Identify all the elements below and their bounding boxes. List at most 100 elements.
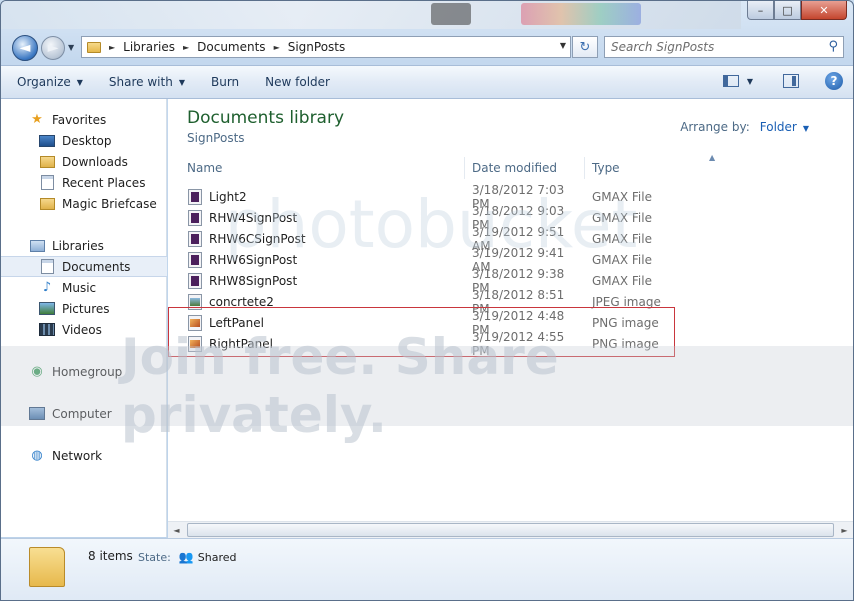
gmax-file-icon bbox=[188, 209, 202, 226]
breadcrumb-signposts[interactable]: ► SignPosts bbox=[274, 40, 346, 54]
selection-highlight-box bbox=[168, 307, 675, 357]
nav-label: Recent Places bbox=[62, 175, 146, 190]
address-dropdown-icon[interactable]: ▼ bbox=[560, 41, 566, 50]
gmax-file-icon bbox=[188, 188, 202, 205]
column-type[interactable]: Type bbox=[585, 157, 830, 179]
refresh-button[interactable]: ↻ bbox=[572, 36, 598, 58]
file-type: GMAX File bbox=[592, 189, 652, 204]
computer-icon bbox=[29, 407, 45, 421]
nav-label: Pictures bbox=[62, 301, 110, 316]
nav-homegroup[interactable]: ◉ Homegroup bbox=[1, 361, 167, 382]
new-folder-button[interactable]: New folder bbox=[255, 69, 340, 95]
gmax-file-icon bbox=[188, 251, 202, 268]
nav-music[interactable]: ♪ Music bbox=[1, 277, 167, 298]
command-bar: Organize ▼ Share with ▼ Burn New folder ▼ … bbox=[1, 65, 853, 99]
arrange-by-label: Arrange by: bbox=[680, 120, 750, 134]
search-input[interactable] bbox=[611, 40, 821, 54]
recent-places-icon bbox=[39, 175, 55, 190]
nav-desktop[interactable]: Desktop bbox=[1, 130, 167, 151]
change-view-icon[interactable] bbox=[722, 75, 739, 87]
gmax-file-icon bbox=[188, 230, 202, 247]
file-type: GMAX File bbox=[592, 252, 652, 267]
nav-videos[interactable]: Videos bbox=[1, 319, 167, 340]
file-name: RHW6CSignPost bbox=[209, 231, 306, 246]
window-controls: – □ ✕ bbox=[747, 1, 847, 20]
downloads-folder-icon bbox=[39, 155, 55, 169]
nav-documents[interactable]: Documents bbox=[1, 256, 167, 277]
arrange-by-dropdown[interactable]: Folder bbox=[760, 120, 797, 134]
nav-downloads[interactable]: Downloads bbox=[1, 151, 167, 172]
minimize-button[interactable]: – bbox=[747, 1, 774, 20]
share-with-label: Share with bbox=[108, 75, 173, 89]
close-button[interactable]: ✕ bbox=[801, 1, 847, 20]
scroll-right-icon[interactable]: ► bbox=[836, 522, 853, 538]
address-bar[interactable]: ► Libraries ► Documents ► SignPosts ▼ bbox=[81, 36, 571, 58]
breadcrumb-arrow-icon[interactable]: ► bbox=[274, 43, 280, 52]
state-label: State: bbox=[138, 550, 171, 564]
nav-label: Documents bbox=[62, 259, 131, 274]
maximize-button[interactable]: □ bbox=[774, 1, 801, 20]
file-name: Light2 bbox=[209, 189, 247, 204]
breadcrumb-arrow-icon[interactable]: ► bbox=[109, 43, 115, 52]
recent-pages-dropdown-icon[interactable]: ▼ bbox=[68, 43, 74, 52]
column-name[interactable]: Name bbox=[180, 157, 465, 179]
burn-button[interactable]: Burn bbox=[201, 69, 249, 95]
file-name: RHW6SignPost bbox=[209, 252, 298, 267]
nav-label: Music bbox=[62, 280, 97, 295]
breadcrumb-label[interactable]: SignPosts bbox=[288, 40, 346, 54]
file-type: GMAX File bbox=[592, 273, 652, 288]
documents-icon bbox=[39, 259, 55, 274]
state-info: State: 👥 Shared bbox=[138, 550, 237, 564]
breadcrumb-libraries[interactable]: ► Libraries bbox=[109, 40, 175, 54]
nav-recent-places[interactable]: Recent Places bbox=[1, 172, 167, 193]
chevron-down-icon: ▼ bbox=[76, 77, 83, 87]
item-count: 8 items bbox=[88, 549, 133, 563]
preview-pane-icon[interactable] bbox=[783, 74, 799, 88]
chevron-down-icon: ▼ bbox=[178, 77, 185, 87]
nav-computer[interactable]: Computer bbox=[1, 403, 167, 424]
help-icon[interactable]: ? bbox=[825, 72, 843, 90]
column-date-modified[interactable]: Date modified bbox=[465, 157, 585, 179]
videos-icon bbox=[39, 323, 55, 337]
share-with-button[interactable]: Share with ▼ bbox=[99, 69, 195, 95]
forward-button[interactable]: ► bbox=[41, 36, 65, 60]
nav-favorites[interactable]: ★ Favorites bbox=[1, 109, 167, 130]
homegroup-icon: ◉ bbox=[31, 364, 43, 379]
gmax-file-icon bbox=[188, 272, 202, 289]
explorer-window: – □ ✕ ◄ ► ▼ ► Libraries ► Documents ► SignP… bbox=[0, 0, 854, 601]
view-options-chevron-icon[interactable]: ▼ bbox=[747, 77, 753, 86]
horizontal-scrollbar[interactable]: ◄ ► bbox=[168, 521, 853, 538]
search-box[interactable]: ⚲ bbox=[604, 36, 844, 58]
breadcrumb-label[interactable]: Libraries bbox=[123, 40, 175, 54]
breadcrumb-documents[interactable]: ► Documents bbox=[183, 40, 266, 54]
chevron-down-icon[interactable]: ▼ bbox=[803, 124, 809, 133]
nav-libraries[interactable]: Libraries bbox=[1, 235, 167, 256]
address-row: ◄ ► ▼ ► Libraries ► Documents ► SignPosts ▼… bbox=[1, 33, 853, 61]
desktop-icon bbox=[39, 134, 55, 148]
breadcrumb-arrow-icon[interactable]: ► bbox=[183, 43, 189, 52]
organize-button[interactable]: Organize ▼ bbox=[7, 69, 93, 95]
scroll-left-icon[interactable]: ◄ bbox=[168, 522, 185, 538]
shared-users-icon: 👥 bbox=[178, 550, 194, 564]
scrollbar-thumb[interactable] bbox=[187, 523, 834, 537]
nav-pictures[interactable]: Pictures bbox=[1, 298, 167, 319]
nav-network[interactable]: ◍ Network bbox=[1, 445, 167, 466]
music-icon: ♪ bbox=[42, 280, 52, 295]
file-type: GMAX File bbox=[592, 210, 652, 225]
nav-magic-briefcase[interactable]: Magic Briefcase bbox=[1, 193, 167, 214]
content-pane: Documents library SignPosts Arrange by: F… bbox=[168, 99, 853, 537]
folder-icon bbox=[39, 197, 55, 211]
state-value: Shared bbox=[197, 550, 237, 564]
breadcrumb-label[interactable]: Documents bbox=[197, 40, 265, 54]
back-button[interactable]: ◄ bbox=[12, 35, 38, 61]
title-bar-artifact bbox=[521, 3, 641, 25]
nav-label: Downloads bbox=[62, 154, 128, 169]
search-icon[interactable]: ⚲ bbox=[828, 39, 838, 54]
nav-label: Homegroup bbox=[52, 364, 123, 379]
nav-label: Favorites bbox=[52, 112, 107, 127]
navigation-pane: ★ Favorites Desktop Downloads Recent Plac… bbox=[1, 99, 167, 537]
library-subtitle[interactable]: SignPosts bbox=[187, 131, 245, 145]
nav-label: Desktop bbox=[62, 133, 112, 148]
details-pane: 8 items State: 👥 Shared bbox=[1, 538, 853, 600]
organize-label: Organize bbox=[17, 75, 71, 89]
